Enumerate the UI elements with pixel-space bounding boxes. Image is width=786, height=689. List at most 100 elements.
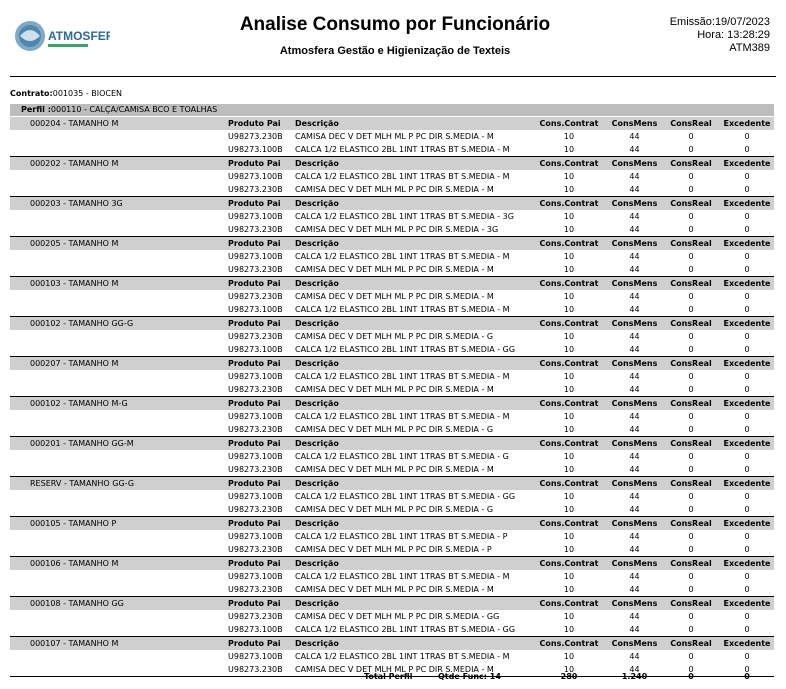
item-excedente: 0 — [744, 305, 750, 314]
profile-label: Perfil : — [21, 105, 51, 114]
col-header-cons-contrat: Cons.Contrat — [539, 639, 599, 648]
item-cons-contrat: 10 — [563, 332, 575, 341]
item-row: U98273.100B CALCA 1/2 ELASTICO 2BL 1INT 1… — [10, 490, 774, 503]
item-cons-contrat: 10 — [563, 412, 575, 421]
item-cons-real: 0 — [688, 372, 694, 381]
employee-header-row: 000205 - TAMANHO M Produto Pai Descrição Co… — [10, 237, 774, 250]
col-header-cons-mens: ConsMens — [611, 559, 658, 568]
col-header-cons-mens: ConsMens — [611, 279, 658, 288]
col-header-descricao: Descrição — [295, 599, 339, 608]
item-produto: U98273.230B — [228, 185, 283, 194]
col-header-cons-real: ConsReal — [670, 119, 712, 128]
item-descricao: CAMISA DEC V DET MLH ML P PC DIR S.MEDIA… — [295, 132, 494, 141]
item-produto: U98273.230B — [228, 545, 283, 554]
item-cons-real: 0 — [688, 585, 694, 594]
col-header-cons-mens: ConsMens — [611, 239, 658, 248]
col-header-cons-contrat: Cons.Contrat — [539, 599, 599, 608]
item-excedente: 0 — [744, 372, 750, 381]
col-header-cons-real: ConsReal — [670, 399, 712, 408]
item-row: U98273.100B CALCA 1/2 ELASTICO 2BL 1INT 1… — [10, 623, 774, 637]
item-cons-real: 0 — [688, 545, 694, 554]
item-cons-mens: 44 — [629, 452, 640, 461]
item-excedente: 0 — [744, 225, 750, 234]
item-row: U98273.230B CAMISA DEC V DET MLH ML P PC … — [10, 463, 774, 477]
total-qtde-func: Qtde Func: 14 — [438, 672, 501, 681]
item-descricao: CAMISA DEC V DET MLH ML P PC DIR S.MEDIA… — [295, 425, 494, 434]
item-cons-mens: 44 — [629, 185, 640, 194]
item-row: U98273.230B CAMISA DEC V DET MLH ML P PC … — [10, 543, 774, 557]
col-header-cons-contrat: Cons.Contrat — [539, 559, 599, 568]
col-header-excedente: Excedente — [723, 239, 771, 248]
item-row: U98273.230B CAMISA DEC V DET MLH ML P PC … — [10, 223, 774, 237]
item-cons-real: 0 — [688, 225, 694, 234]
col-header-produto: Produto Pai — [228, 479, 281, 488]
col-header-descricao: Descrição — [295, 119, 339, 128]
item-cons-mens: 44 — [629, 225, 640, 234]
item-cons-contrat: 10 — [563, 132, 575, 141]
emission-time: Hora: 13:28:29 — [697, 29, 770, 41]
item-cons-mens: 44 — [629, 332, 640, 341]
item-produto: U98273.100B — [228, 492, 283, 501]
item-cons-mens: 44 — [629, 465, 640, 474]
item-cons-contrat: 10 — [563, 652, 575, 661]
col-header-descricao: Descrição — [295, 559, 339, 568]
total-row: Total Perfil Qtde Func: 14 280 1.240 0 0 — [10, 670, 774, 684]
employee-name: 000108 - TAMANHO GG — [30, 599, 124, 608]
col-header-cons-real: ConsReal — [670, 279, 712, 288]
col-header-descricao: Descrição — [295, 399, 339, 408]
col-header-descricao: Descrição — [295, 519, 339, 528]
item-produto: U98273.100B — [228, 572, 283, 581]
contract-value: 001035 - BIOCEN — [52, 89, 123, 98]
item-cons-mens: 44 — [629, 625, 640, 634]
item-cons-real: 0 — [688, 652, 694, 661]
col-header-cons-mens: ConsMens — [611, 159, 658, 168]
col-header-descricao: Descrição — [295, 359, 339, 368]
col-header-cons-real: ConsReal — [670, 639, 712, 648]
col-header-descricao: Descrição — [295, 199, 339, 208]
item-produto: U98273.100B — [228, 625, 283, 634]
col-header-cons-contrat: Cons.Contrat — [539, 359, 599, 368]
item-row: U98273.100B CALCA 1/2 ELASTICO 2BL 1INT 1… — [10, 650, 774, 663]
item-excedente: 0 — [744, 132, 750, 141]
item-row: U98273.230B CAMISA DEC V DET MLH ML P PC … — [10, 263, 774, 277]
company-logo: ATMOSFERA — [12, 16, 123, 56]
col-header-cons-mens: ConsMens — [611, 359, 658, 368]
col-header-cons-contrat: Cons.Contrat — [539, 199, 599, 208]
col-header-cons-real: ConsReal — [670, 159, 712, 168]
employee-name: 000106 - TAMANHO M — [30, 559, 119, 568]
item-produto: U98273.100B — [228, 305, 283, 314]
col-header-cons-mens: ConsMens — [611, 319, 658, 328]
item-descricao: CAMISA DEC V DET MLH ML P PC DIR S.MEDIA… — [295, 505, 494, 514]
item-cons-mens: 44 — [629, 532, 640, 541]
col-header-cons-mens: ConsMens — [611, 119, 658, 128]
col-header-cons-real: ConsReal — [670, 479, 712, 488]
col-header-descricao: Descrição — [295, 319, 339, 328]
item-cons-contrat: 10 — [563, 452, 575, 461]
col-header-cons-mens: ConsMens — [611, 519, 658, 528]
item-cons-contrat: 10 — [563, 572, 575, 581]
col-header-descricao: Descrição — [295, 239, 339, 248]
item-row: U98273.100B CALCA 1/2 ELASTICO 2BL 1INT 1… — [10, 143, 774, 157]
item-descricao: CALCA 1/2 ELASTICO 2BL 1INT 1TRAS BT S.M… — [295, 305, 510, 314]
item-row: U98273.100B CALCA 1/2 ELASTICO 2BL 1INT 1… — [10, 530, 774, 543]
item-row: U98273.100B CALCA 1/2 ELASTICO 2BL 1INT 1… — [10, 450, 774, 463]
item-cons-real: 0 — [688, 332, 694, 341]
item-cons-real: 0 — [688, 132, 694, 141]
item-cons-real: 0 — [688, 412, 694, 421]
employee-header-row: 000204 - TAMANHO M Produto Pai Descrição Co… — [10, 117, 774, 130]
item-produto: U98273.230B — [228, 385, 283, 394]
item-cons-mens: 44 — [629, 612, 640, 621]
item-row: U98273.100B CALCA 1/2 ELASTICO 2BL 1INT 1… — [10, 250, 774, 263]
total-excedente: 0 — [744, 672, 750, 681]
item-descricao: CAMISA DEC V DET MLH ML P PC DIR S.MEDIA… — [295, 292, 494, 301]
item-cons-contrat: 10 — [563, 585, 575, 594]
item-cons-contrat: 10 — [563, 265, 575, 274]
item-cons-contrat: 10 — [563, 172, 575, 181]
item-cons-real: 0 — [688, 252, 694, 261]
item-excedente: 0 — [744, 625, 750, 634]
item-produto: U98273.100B — [228, 532, 283, 541]
employee-header-row: RESERV - TAMANHO GG-G Produto Pai Descriçã… — [10, 477, 774, 490]
employee-name: 000102 - TAMANHO GG-G — [30, 319, 134, 328]
item-cons-mens: 44 — [629, 292, 640, 301]
item-cons-contrat: 10 — [563, 185, 575, 194]
